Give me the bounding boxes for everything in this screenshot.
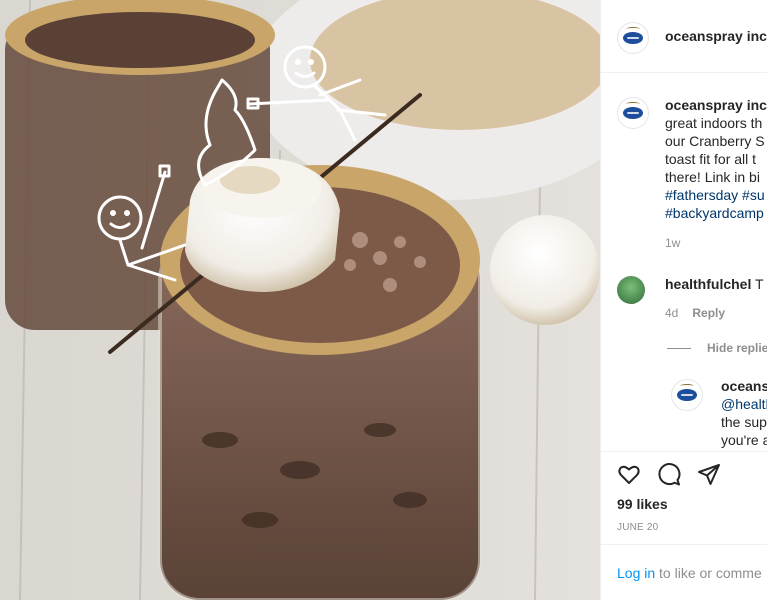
share-icon[interactable] (697, 462, 721, 486)
comment-meta: 4d Reply (665, 306, 725, 320)
post-header: oceanspray inc (601, 0, 767, 73)
comment-reply-button[interactable]: Reply (692, 306, 725, 320)
comment-time[interactable]: 4d (665, 306, 678, 320)
comment-username[interactable]: healthfulchel (665, 276, 751, 292)
reply-line: you're a (721, 432, 767, 448)
logo-oval (677, 389, 697, 401)
likes-count[interactable]: 99 likes (617, 496, 668, 512)
hide-replies-button[interactable]: Hide replie (667, 341, 767, 355)
caption-hashtags[interactable]: #backyardcamp (665, 204, 767, 222)
account-username[interactable]: oceanspray inc (665, 28, 767, 44)
logo-crest (625, 102, 641, 106)
post-sidebar: oceanspray inc oceanspray inc great indo… (600, 0, 767, 600)
caption-line: our Cranberry S (665, 133, 765, 149)
comment-icon[interactable] (657, 462, 681, 486)
caption-username[interactable]: oceanspray inc (665, 97, 767, 113)
account-avatar[interactable] (617, 22, 649, 54)
caption-text: oceanspray inc great indoors th our Cran… (665, 96, 767, 222)
instagram-post: oceanspray inc oceanspray inc great indo… (0, 0, 767, 600)
login-bar: Log in to like or comme (601, 544, 767, 600)
post-date[interactable]: JUNE 20 (617, 522, 658, 533)
logo-oval (623, 32, 643, 44)
logo-crest (679, 384, 695, 388)
reply-text: oceans @healtl the sup you're a (721, 377, 767, 449)
login-prompt-text: to like or comme (655, 565, 762, 581)
caption-line: there! Link in bi (665, 169, 760, 185)
comment-body: T (755, 276, 764, 292)
heart-icon[interactable] (617, 462, 641, 486)
reply-username[interactable]: oceans (721, 378, 767, 394)
logo-crest (625, 27, 641, 31)
login-link[interactable]: Log in (617, 565, 655, 581)
post-photo[interactable] (0, 0, 600, 600)
action-bar: 99 likes JUNE 20 (601, 451, 767, 544)
caption-hashtags[interactable]: #fathersday #su (665, 186, 767, 204)
logo-oval (623, 107, 643, 119)
caption-time[interactable]: 1w (665, 236, 680, 250)
reply-mention[interactable]: @healtl (721, 395, 767, 413)
reply-avatar[interactable] (671, 379, 703, 411)
smores-drink-illustration (0, 0, 600, 600)
caption-line: great indoors th (665, 115, 763, 131)
reply-line: the sup (721, 414, 767, 430)
commenter-avatar[interactable] (617, 276, 645, 304)
login-prompt: Log in to like or comme (617, 565, 762, 581)
caption-avatar[interactable] (617, 97, 649, 129)
comment-text: healthfulchel T (665, 275, 764, 293)
caption-line: toast fit for all t (665, 151, 757, 167)
comments-section[interactable]: oceanspray inc great indoors th our Cran… (601, 73, 767, 451)
